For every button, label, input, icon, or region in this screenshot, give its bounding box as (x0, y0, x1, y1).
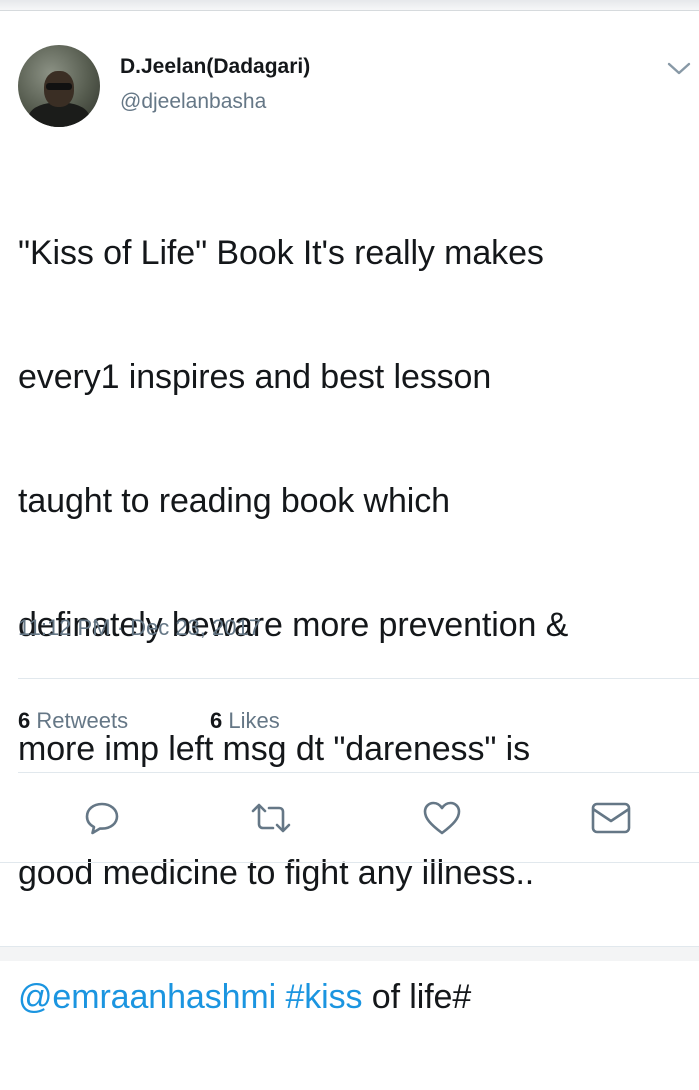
tweet-detail: D.Jeelan(Dadagari) @djeelanbasha "Kiss o… (0, 10, 699, 1016)
reply-icon (85, 802, 119, 835)
retweet-button[interactable] (247, 794, 295, 842)
divider (0, 862, 699, 863)
tweet-text-line: taught to reading book which (18, 482, 450, 520)
author-display-name[interactable]: D.Jeelan(Dadagari) (120, 55, 310, 79)
divider (18, 772, 699, 773)
tweet-actions (0, 794, 699, 844)
hashtag-link[interactable]: #kiss (285, 978, 362, 1016)
bottom-divider (0, 946, 699, 961)
chevron-down-icon[interactable] (664, 57, 694, 81)
avatar-figure-glasses (46, 83, 72, 90)
tweet-timestamp[interactable]: 11:12 PM · Dec 23, 2017 (18, 615, 261, 641)
avatar[interactable] (18, 45, 100, 127)
tweet-text-line: "Kiss of Life" Book It's really makes (18, 234, 544, 272)
tweet-text-line: good medicine to fight any illness.. (18, 854, 535, 892)
tweet-text-line: every1 inspires and best lesson (18, 358, 492, 396)
reply-button[interactable] (78, 794, 126, 842)
retweets-count: 6 (18, 708, 31, 733)
tweet-text-last-line: @emraanhashmi #kiss of life# (18, 966, 698, 1028)
like-button[interactable] (418, 794, 466, 842)
envelope-icon (591, 802, 631, 834)
retweet-icon (251, 803, 291, 833)
likes-label: Likes (222, 708, 280, 733)
mention-link[interactable]: @emraanhashmi (18, 978, 276, 1016)
heart-icon (423, 801, 461, 835)
retweets-stat[interactable]: 6 Retweets (18, 708, 128, 734)
divider (18, 678, 699, 679)
direct-message-button[interactable] (587, 794, 635, 842)
likes-count: 6 (210, 708, 223, 733)
retweets-label: Retweets (30, 708, 129, 733)
likes-stat[interactable]: 6 Likes (210, 708, 280, 734)
author-handle[interactable]: @djeelanbasha (120, 90, 266, 114)
tweet-text-trailing: of life# (362, 978, 472, 1016)
